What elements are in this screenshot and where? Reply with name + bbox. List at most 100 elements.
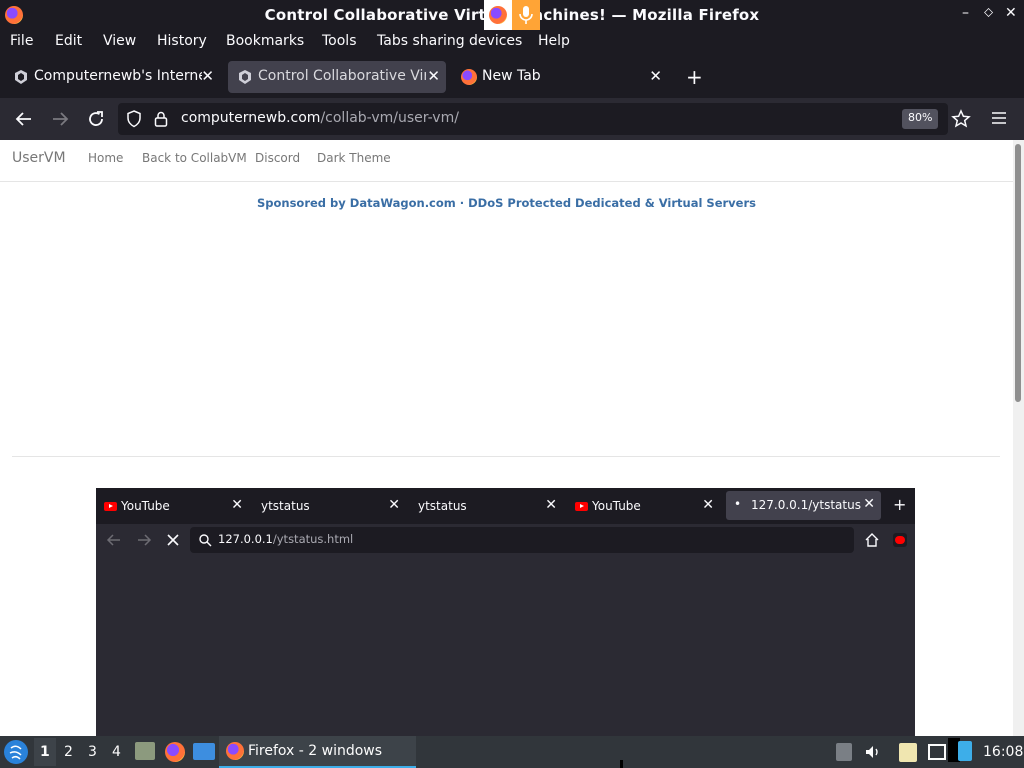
youtube-extension-icon[interactable] — [893, 533, 907, 547]
firefox-favicon-icon — [461, 69, 477, 85]
tab-close-button[interactable]: ✕ — [201, 67, 214, 85]
inner-back-arrow-icon[interactable] — [106, 532, 122, 552]
menu-edit[interactable]: Edit — [55, 33, 82, 49]
taskbar-task-label: Firefox - 2 windows — [248, 743, 383, 759]
inner-tab-127-ytstatus[interactable]: • 127.0.0.1/ytstatus.ht ✕ — [726, 491, 881, 520]
tab-strip: Computernewb's Internet ✕ Control Collab… — [0, 56, 1024, 98]
url-domain: computernewb.com — [181, 110, 321, 126]
inner-new-tab-button[interactable]: + — [893, 495, 906, 514]
inner-tab-label: ytstatus — [418, 499, 467, 513]
maximize-button[interactable]: ⬦ — [984, 5, 993, 20]
tab-close-button[interactable]: ✕ — [427, 67, 440, 85]
youtube-icon — [104, 502, 117, 511]
firefox-launcher-icon[interactable] — [165, 742, 185, 762]
menu-help[interactable]: Help — [538, 33, 570, 49]
inner-page-body — [96, 556, 915, 736]
inner-tab-ytstatus[interactable]: ytstatus ✕ — [410, 494, 567, 524]
zoom-level-badge[interactable]: 80% — [902, 109, 939, 129]
menu-file[interactable]: File — [10, 33, 33, 49]
collabvm-favicon-icon — [13, 69, 29, 89]
taskbar-task-firefox[interactable]: Firefox - 2 windows — [219, 736, 416, 768]
inner-tab-close-button[interactable]: ✕ — [702, 497, 714, 513]
workspace-3[interactable]: 3 — [88, 744, 97, 760]
menu-tabs-sharing-devices[interactable]: Tabs sharing devices — [377, 33, 522, 49]
shield-icon[interactable] — [126, 110, 142, 132]
workspace-2[interactable]: 2 — [64, 744, 73, 760]
inner-tab-label: 127.0.0.1/ytstatus.ht — [751, 498, 861, 512]
inner-tab-close-button[interactable]: ✕ — [388, 497, 400, 513]
minimize-button[interactable]: – — [962, 5, 969, 21]
nav-discord[interactable]: Discord — [255, 151, 300, 165]
inner-tab-youtube[interactable]: YouTube ✕ — [567, 494, 724, 524]
microphone-icon — [512, 0, 540, 30]
tab-new-tab[interactable]: New Tab ✕ — [452, 61, 668, 93]
volume-icon[interactable] — [864, 743, 882, 765]
new-tab-button[interactable]: + — [686, 65, 703, 89]
workspace-1[interactable]: 1 — [40, 744, 50, 760]
inner-url-host: 127.0.0.1 — [218, 532, 273, 546]
desktop-icon[interactable] — [193, 743, 215, 760]
sharing-indicator[interactable] — [484, 0, 540, 30]
start-menu-icon[interactable] — [4, 740, 28, 764]
back-arrow-icon[interactable] — [14, 109, 34, 133]
menu-view[interactable]: View — [103, 33, 136, 49]
tray-expand-icon[interactable] — [836, 743, 852, 761]
inner-tab-label: YouTube — [592, 499, 641, 513]
vm-display[interactable]: YouTube ✕ ytstatus ✕ ytstatus ✕ YouTube … — [96, 488, 915, 736]
reload-icon[interactable] — [86, 109, 106, 133]
inner-tab-close-button[interactable]: ✕ — [231, 497, 243, 513]
window-titlebar: Control Collaborative Virtual Machines! … — [0, 0, 1024, 30]
close-button[interactable]: ✕ — [1005, 5, 1017, 21]
tray-notification-icon[interactable] — [958, 741, 972, 761]
mouse-cursor — [620, 760, 623, 768]
menu-bookmarks[interactable]: Bookmarks — [226, 33, 304, 49]
tab-computernewb[interactable]: Computernewb's Internet ✕ — [4, 61, 220, 93]
firefox-task-icon — [226, 742, 244, 760]
collabvm-favicon-icon — [237, 69, 253, 89]
inner-home-icon[interactable] — [864, 532, 880, 552]
inner-tab-youtube[interactable]: YouTube ✕ — [96, 494, 253, 524]
inner-tab-label: YouTube — [121, 499, 170, 513]
uservm-brand[interactable]: UserVM — [12, 150, 66, 166]
nav-dark-theme[interactable]: Dark Theme — [317, 151, 391, 165]
inner-url-text: 127.0.0.1/ytstatus.html — [218, 532, 353, 546]
menu-tools[interactable]: Tools — [322, 33, 357, 49]
inner-tab-close-button[interactable]: ✕ — [863, 496, 875, 512]
inner-url-path: /ytstatus.html — [272, 532, 354, 546]
divider — [12, 456, 1000, 457]
hamburger-menu-icon[interactable] — [990, 110, 1008, 130]
inner-tab-ytstatus[interactable]: ytstatus ✕ — [253, 494, 410, 524]
lock-icon[interactable] — [154, 110, 168, 132]
inner-nav-toolbar: 127.0.0.1/ytstatus.html — [96, 524, 915, 556]
url-text: computernewb.com/collab-vm/user-vm/ — [181, 110, 459, 126]
file-manager-icon[interactable] — [135, 742, 155, 760]
tab-control-collaborative-vms[interactable]: Control Collaborative Virt ✕ — [228, 61, 446, 93]
page-content: UserVM Home Back to CollabVM Discord Dar… — [0, 140, 1013, 736]
network-icon[interactable] — [928, 744, 946, 760]
url-bar[interactable]: computernewb.com/collab-vm/user-vm/ 80% — [118, 103, 948, 135]
sharing-indicator-firefox — [484, 0, 512, 30]
tab-label: Control Collaborative Virt — [258, 68, 426, 84]
clipboard-icon[interactable] — [899, 743, 917, 762]
page-scrollbar[interactable] — [1013, 140, 1024, 736]
menu-bar: File Edit View History Bookmarks Tools T… — [0, 30, 1024, 54]
forward-arrow-icon[interactable] — [50, 109, 70, 133]
bookmark-star-icon[interactable] — [951, 109, 971, 133]
firefox-logo-icon — [489, 6, 507, 24]
nav-back-to-collabvm[interactable]: Back to CollabVM — [142, 151, 247, 165]
url-path: /collab-vm/user-vm/ — [320, 110, 459, 126]
clock[interactable]: 16:08 — [983, 744, 1023, 760]
workspace-4[interactable]: 4 — [112, 744, 121, 760]
search-icon — [198, 532, 212, 551]
nav-home[interactable]: Home — [88, 151, 123, 165]
menu-history[interactable]: History — [157, 33, 207, 49]
inner-forward-arrow-icon[interactable] — [136, 532, 152, 552]
inner-stop-icon[interactable] — [165, 532, 181, 552]
inner-tab-close-button[interactable]: ✕ — [545, 497, 557, 513]
sponsor-link[interactable]: Sponsored by DataWagon.com · DDoS Protec… — [0, 196, 1013, 210]
taskbar: 1 2 3 4 Firefox - 2 windows 16:08 — [0, 736, 1024, 768]
inner-tab-strip: YouTube ✕ ytstatus ✕ ytstatus ✕ YouTube … — [96, 488, 915, 524]
tab-close-button[interactable]: ✕ — [649, 67, 662, 85]
inner-url-bar[interactable]: 127.0.0.1/ytstatus.html — [190, 527, 854, 553]
scrollbar-thumb[interactable] — [1015, 144, 1021, 402]
